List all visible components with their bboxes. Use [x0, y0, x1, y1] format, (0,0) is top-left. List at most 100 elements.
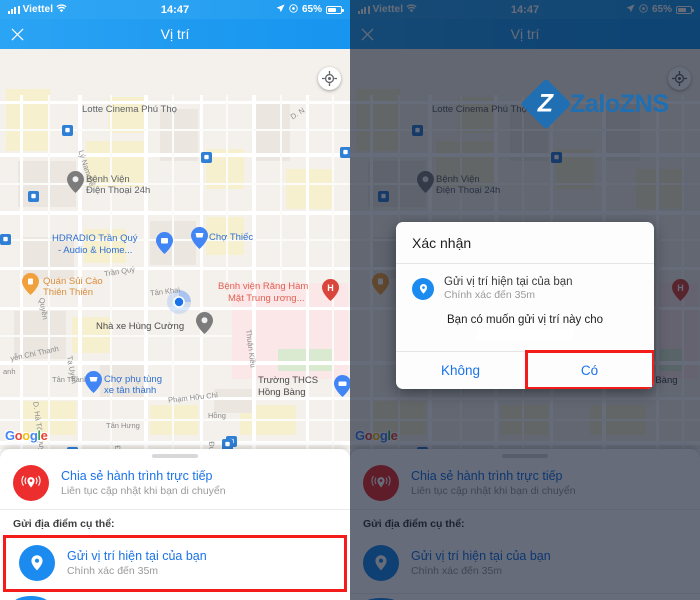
poi-label-thcs-2: Hồng Bàng: [258, 387, 306, 398]
send-location-subtitle: Chính xác đến 35m: [67, 565, 159, 577]
poi-label-chothiec: Chợ Thiếc: [209, 232, 254, 243]
signal-bars-icon: [8, 5, 20, 14]
dialog-recipient-blank: [477, 329, 573, 340]
map-block: [214, 389, 254, 413]
poi-label-lotte: Lotte Cinema Phú Thọ: [82, 104, 177, 115]
alarm-icon: [289, 3, 298, 16]
current-location-dot: [166, 289, 192, 315]
confirm-dialog: Xác nhận Gửi vị trí hiện tại của bạn Chí…: [396, 222, 654, 389]
poi-label-benhvien-2: Điện Thoại 24h: [86, 185, 151, 196]
poi-label-chophutung-2: xe tân thành: [104, 385, 157, 396]
send-location-row[interactable]: Gửi vị trí hiện tại của bạn Chính xác đế…: [6, 538, 344, 589]
map-road: [280, 95, 282, 285]
poi-label-chophutung-1: Chợ phụ tùng: [104, 374, 162, 385]
dialog-item-title: Gửi vị trí hiện tại của bạn: [444, 276, 573, 288]
dialog-actions: Không Có: [396, 350, 654, 389]
wifi-icon: [56, 3, 67, 16]
map-road: [0, 335, 232, 337]
phone-screen-left: Viettel 14:47 65% Vị trí D. N Lý Nam Đế …: [0, 0, 350, 600]
watermark-text: ZaloZNS: [570, 89, 669, 118]
status-bar-left: Viettel 14:47 65%: [0, 0, 350, 19]
poi-label-benhvien-1: Bệnh Viện: [86, 174, 130, 185]
live-share-row[interactable]: Chia sẻ hành trình trực tiếp Liên tục cậ…: [0, 458, 350, 509]
status-bar-left-group: Viettel: [8, 3, 67, 16]
street-label: Tân Thành: [52, 375, 89, 384]
poi-label-thcs-1: Trường THCS: [258, 375, 319, 386]
dialog-item-subtitle: Chính xác đến 35m: [444, 289, 536, 301]
dialog-title: Xác nhận: [412, 235, 472, 251]
gray-pin-icon: [67, 171, 84, 193]
map-road: [0, 361, 350, 365]
zalo-badge-icon: Z: [520, 78, 572, 130]
blue-pin-icon: [156, 232, 173, 254]
send-location-highlight-box: Gửi vị trí hiện tại của bạn Chính xác đế…: [3, 535, 347, 592]
map-road: [0, 129, 350, 131]
location-pin-icon: [19, 545, 55, 581]
map-road: [252, 95, 256, 449]
live-share-text: Chia sẻ hành trình trực tiếp Liên tục cậ…: [61, 469, 226, 497]
map-road: [0, 211, 350, 215]
hospital-pin-icon: H: [322, 279, 339, 301]
carrier-label: Viettel: [22, 4, 54, 15]
street-label: Tân Hưng: [106, 421, 140, 430]
dialog-yes-button[interactable]: Có: [525, 350, 654, 389]
map-road: [226, 95, 228, 285]
map-road: [0, 267, 350, 270]
poi-label-hdradio-2: - Audio & Home...: [58, 245, 133, 256]
street-label: Đường: [207, 441, 218, 449]
map-block: [286, 169, 332, 209]
status-bar-right-group: 65%: [276, 3, 344, 16]
live-share-title: Chia sẻ hành trình trực tiếp: [61, 469, 213, 483]
watermark-zalozns: Z ZaloZNS: [520, 78, 669, 130]
bottom-sheet-left: Chia sẻ hành trình trực tiếp Liên tục cậ…: [0, 449, 350, 600]
battery-percent-label: 65%: [301, 4, 322, 15]
map-canvas-left[interactable]: D. N Lý Nam Đế Trần Quý Tân Khai yễn Chí…: [0, 49, 350, 449]
bus-stop-icon: [340, 147, 350, 158]
bus-stop-icon: [0, 234, 11, 245]
map-road: [0, 441, 350, 445]
phone-screen-right: Viettel 14:47 65% Vị trí: [350, 0, 700, 600]
street-label: Hồng: [208, 411, 226, 420]
poi-label-ranghammat-1: Bệnh viện Răng Hàm: [218, 281, 309, 292]
zalo-badge-letter: Z: [538, 89, 554, 118]
map-road: [48, 95, 50, 449]
next-row-partial[interactable]: [0, 592, 350, 600]
map-road: [0, 419, 350, 421]
dialog-question: Bạn có muốn gửi vị trí này cho: [447, 314, 603, 326]
bus-stop-icon: [201, 152, 212, 163]
logo-letter: o: [22, 428, 30, 443]
logo-letter: e: [40, 428, 48, 443]
live-location-broadcast-icon: [13, 465, 49, 501]
map-road: [78, 95, 82, 449]
bus-stop-icon: [28, 191, 39, 202]
page-title: Vị trí: [160, 26, 190, 42]
screenshot-stage: Viettel 14:47 65% Vị trí D. N Lý Nam Đế …: [0, 0, 700, 600]
location-pin-icon: [412, 277, 434, 300]
blue-pin-icon: [85, 371, 102, 393]
my-location-button[interactable]: [318, 67, 341, 90]
section-label: Gửi địa điểm cụ thể:: [13, 518, 115, 530]
dialog-yes-highlight-box: [525, 350, 654, 389]
school-pin-icon: [334, 375, 350, 397]
orange-pin-icon: [22, 273, 39, 295]
poi-label-nhaxe: Nhà xe Hùng Cường: [96, 321, 185, 332]
logo-letter: G: [5, 428, 15, 443]
poi-label-quan-2: Thiên Thiên: [43, 287, 93, 298]
map-block: [6, 89, 50, 151]
dialog-location-text: Gửi vị trí hiện tại của bạn Chính xác đế…: [444, 276, 573, 301]
send-location-text: Gửi vị trí hiện tại của bạn Chính xác đế…: [67, 549, 207, 577]
battery-icon: [326, 5, 344, 14]
poi-label-quan-1: Quán Sủi Cảo: [43, 276, 103, 287]
live-share-subtitle: Liên tục cập nhật khi bạn di chuyển: [61, 485, 226, 497]
location-pin-icon: [13, 596, 49, 600]
bus-stop-icon: [222, 439, 233, 449]
google-logo: Google: [5, 428, 48, 443]
map-block: [256, 101, 290, 161]
dialog-location-row: Gửi vị trí hiện tại của bạn Chính xác đế…: [396, 264, 654, 305]
map-road: [306, 95, 309, 449]
bus-stop-icon: [62, 125, 73, 136]
nav-bar-left: Vị trí: [0, 19, 350, 49]
dialog-no-button[interactable]: Không: [396, 352, 525, 389]
gray-pin-icon: [196, 312, 213, 334]
map-road: [0, 183, 350, 185]
